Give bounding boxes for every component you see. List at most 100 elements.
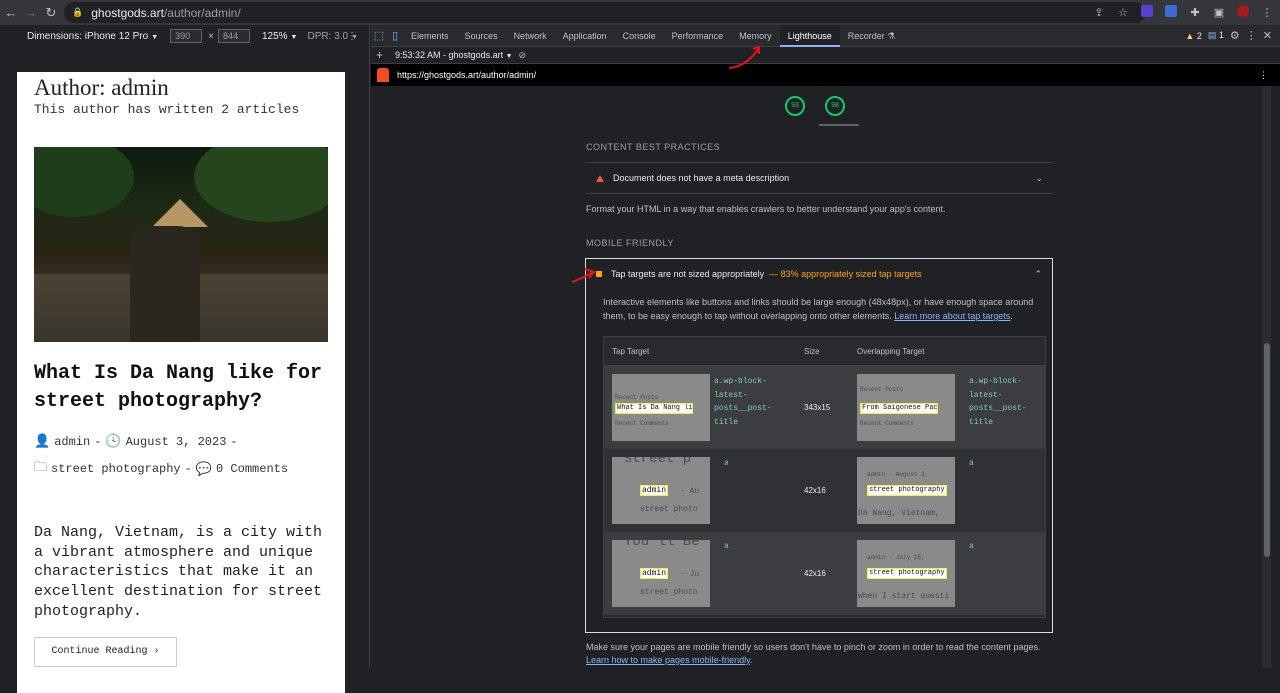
clear-reports-icon[interactable]: ⊘ — [519, 50, 527, 61]
table-row: Recent Posts What Is Da Nang like for st… — [604, 366, 1045, 449]
section-heading: MOBILE FRIENDLY — [586, 238, 674, 248]
inspect-element-icon[interactable]: ⬚ — [371, 29, 387, 42]
warnings-badge[interactable]: ▲ 2 — [1185, 31, 1201, 41]
times-icon: × — [208, 30, 214, 42]
issues-badge[interactable]: ▤ 1 — [1208, 30, 1224, 41]
url-host: ghostgods.art — [91, 5, 164, 20]
devtools-menu-icon[interactable]: ⋮ — [1246, 29, 1257, 42]
forward-icon[interactable]: → — [22, 5, 40, 20]
devtools-tabbar: ⬚ ▯ Elements Sources Network Application… — [371, 24, 1280, 47]
post-title-link[interactable]: What Is Da Nang like for street photogra… — [34, 360, 334, 416]
settings-gear-icon[interactable]: ⚙ — [1230, 29, 1240, 42]
tab-performance[interactable]: Performance — [664, 25, 732, 47]
tap-target-selector: a.wp-block-latest-posts__post-title — [714, 377, 772, 427]
caret-down-icon: ▼ — [290, 33, 298, 41]
report-selector[interactable]: 9:53:32 AM - ghostgods.art ▼ — [395, 50, 513, 60]
tab-console[interactable]: Console — [615, 25, 664, 47]
device-dimensions-dropdown[interactable]: Dimensions: iPhone 12 Pro ▼ — [27, 31, 158, 42]
dpr-label: DPR: 3.0 — [307, 30, 349, 42]
element-screenshot[interactable]: admin - August 3, street photography Da … — [857, 457, 955, 524]
mobile-friendly-link[interactable]: Learn how to make pages mobile-friendly — [586, 655, 750, 665]
share-icon[interactable]: ⇪ — [1092, 6, 1106, 19]
user-icon: 👤 — [34, 434, 51, 449]
tab-application[interactable]: Application — [555, 25, 615, 47]
bookmark-star-icon[interactable]: ☆ — [1116, 6, 1130, 19]
zoom-dropdown[interactable]: 125% ▼ — [262, 31, 298, 42]
post-thumbnail[interactable] — [34, 147, 328, 342]
audit-title: Document does not have a meta descriptio… — [613, 173, 790, 183]
new-report-icon[interactable]: + — [376, 48, 383, 62]
browser-menu-icon[interactable]: ⋮ — [1260, 6, 1274, 19]
audit-header[interactable]: Tap targets are not sized appropriately … — [586, 259, 1052, 289]
continue-reading-label: Continue Reading — [51, 646, 148, 657]
side-panel-icon[interactable]: ▣ — [1212, 6, 1226, 19]
element-screenshot[interactable]: You'll Be admin - Ju street photo — [612, 540, 710, 607]
tab-recorder[interactable]: Recorder ⚗ — [840, 25, 904, 47]
post-excerpt: Da Nang, Vietnam, is a city with a vibra… — [34, 524, 323, 620]
overlap-selector: a — [969, 542, 974, 551]
continue-reading-button[interactable]: Continue Reading › — [34, 637, 177, 667]
overlap-selector: a — [969, 459, 974, 468]
section-footer: Make sure your pages are mobile friendly… — [586, 642, 1041, 665]
device-options-icon[interactable]: ⋮ — [347, 31, 357, 42]
extension-purple-icon[interactable] — [1140, 5, 1154, 20]
annotation-arrow-lighthouse — [728, 45, 760, 69]
tab-sources[interactable]: Sources — [457, 25, 506, 47]
photo-tree — [194, 147, 328, 222]
element-screenshot[interactable]: street p admin - Au street photo — [612, 457, 710, 524]
element-screenshot[interactable]: Recent Posts What Is Da Nang like for st… — [612, 374, 710, 441]
footer-text: Make sure your pages are mobile friendly… — [586, 642, 1041, 652]
lighthouse-report: 93 98 CONTENT BEST PRACTICES Document do… — [371, 86, 1271, 668]
thumb-text: street p — [624, 457, 692, 467]
tab-recorder-label: Recorder — [847, 30, 885, 41]
info-count: 1 — [1218, 30, 1224, 40]
thumb-text: street photo — [640, 588, 698, 597]
devtools-panel: ⬚ ▯ Elements Sources Network Application… — [371, 24, 1280, 668]
thumb-text: admin - August 3, — [867, 471, 929, 478]
report-menu-icon[interactable]: ⋮ — [1259, 70, 1268, 81]
audit-tap-targets: Tap targets are not sized appropriately … — [585, 258, 1053, 633]
learn-more-link[interactable]: Learn more about tap targets — [894, 311, 1010, 321]
clock-icon: 🕓 — [105, 434, 122, 449]
extension-shield-icon[interactable] — [1164, 5, 1178, 20]
profile-avatar-icon[interactable] — [1236, 5, 1250, 20]
device-toggle-icon[interactable]: ▯ — [387, 29, 403, 42]
report-url-bar: https://ghostgods.art/author/admin/ ⋮ — [371, 64, 1280, 86]
device-height-input[interactable]: 844 — [217, 29, 250, 43]
score-gauge[interactable]: 98 — [825, 96, 845, 116]
scrollbar-thumb[interactable] — [1264, 343, 1270, 557]
thumb-text: admin - July 16, — [867, 554, 925, 561]
thumb-text: Recent Posts — [615, 394, 659, 401]
score-gauge[interactable]: 93 — [785, 96, 805, 116]
annotation-arrow-tap-targets — [571, 268, 596, 283]
meta-separator: - — [94, 434, 102, 449]
close-devtools-icon[interactable]: ✕ — [1263, 29, 1272, 42]
report-scrollbar[interactable] — [1262, 86, 1271, 668]
column-header: Overlapping Target — [857, 346, 925, 356]
element-screenshot[interactable]: admin - July 16, street photography When… — [857, 540, 955, 607]
zoom-label: 125% — [261, 30, 288, 42]
tab-elements[interactable]: Elements — [403, 25, 457, 47]
back-icon[interactable]: ← — [2, 5, 20, 20]
tap-targets-table: Tap Target Size Overlapping Target Recen… — [603, 336, 1046, 618]
tab-lighthouse[interactable]: Lighthouse — [779, 24, 840, 47]
element-screenshot[interactable]: Recent Posts From Saigonese Pace Meet Ha… — [857, 374, 955, 441]
reload-icon[interactable]: ↻ — [42, 5, 60, 21]
audit-meta-description[interactable]: Document does not have a meta descriptio… — [586, 162, 1053, 194]
thumb-highlight: What Is Da Nang like for street photogra… — [615, 403, 693, 414]
thumb-text: street photo — [640, 505, 698, 514]
browser-actions: ⇪ ☆ ✚ ▣ ⋮ — [1092, 2, 1274, 23]
photo-hat — [152, 199, 208, 227]
browser-toolbar: ← → ↻ 🔒 ghostgods.art /author/admin/ ⇪ ☆… — [0, 0, 1280, 25]
site-info-icon[interactable]: 🔒 — [72, 7, 83, 18]
address-bar[interactable]: 🔒 ghostgods.art /author/admin/ — [64, 2, 1146, 23]
extensions-puzzle-icon[interactable]: ✚ — [1188, 6, 1202, 19]
audit-title: Tap targets are not sized appropriately — [611, 269, 765, 279]
report-url: https://ghostgods.art/author/admin/ — [397, 70, 537, 80]
tab-network[interactable]: Network — [506, 25, 555, 47]
meta-category-link[interactable]: street photography — [51, 462, 181, 476]
meta-comments-link[interactable]: 0 Comments — [216, 462, 288, 476]
tap-target-size: 343x15 — [804, 403, 831, 412]
meta-author-link[interactable]: admin — [54, 435, 90, 449]
device-width-input[interactable]: 390 — [170, 29, 203, 43]
